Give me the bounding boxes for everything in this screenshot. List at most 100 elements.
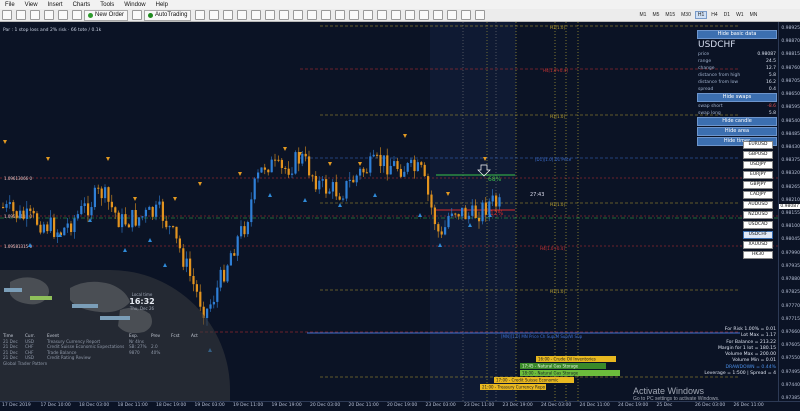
symbol-button-eurjpy[interactable]: EURJPY [743, 171, 773, 179]
autotrading-button[interactable]: AutoTrading [144, 9, 192, 21]
session-bar-2 [30, 296, 52, 300]
candle-body [311, 175, 314, 177]
new-order-icon [88, 12, 93, 18]
tf-m30[interactable]: M30 [679, 12, 693, 18]
event-text-3: 18:00 - Natural Gas Storage [522, 371, 579, 376]
price-tick: 0.97990 [781, 250, 800, 256]
sell-arrow-icon [46, 157, 50, 161]
autoscroll-icon[interactable] [279, 10, 290, 20]
line-chart-icon[interactable] [223, 10, 234, 20]
menu-file[interactable]: File [0, 2, 20, 8]
candle-chart-icon[interactable] [209, 10, 220, 20]
cursor-icon[interactable] [349, 10, 360, 20]
new-order-button[interactable]: New Order [84, 9, 129, 21]
new-chart-icon[interactable] [2, 10, 12, 20]
date-tick: 24 Dec 11:00 [579, 403, 610, 408]
candle-body [97, 187, 100, 189]
candle-body [138, 217, 141, 226]
tf-w1[interactable]: W1 [734, 12, 746, 18]
market-watch-icon[interactable] [30, 10, 40, 20]
symbol-button-audusd[interactable]: AUDUSD [743, 201, 773, 209]
horizontal-line-icon[interactable] [391, 10, 402, 20]
candle-body [457, 214, 460, 217]
hide-candle-button[interactable]: Hide candle [697, 117, 777, 126]
label-icon[interactable] [461, 10, 472, 20]
templates-icon[interactable] [335, 10, 346, 20]
navigator-icon[interactable] [58, 10, 68, 20]
candle-body [25, 208, 28, 219]
tf-mn[interactable]: MN [748, 12, 760, 18]
tile-windows-icon[interactable] [265, 10, 276, 20]
symbol-button-gbpjpy[interactable]: GBPJPY [743, 181, 773, 189]
symbol-button-hk30[interactable]: HK30 [743, 251, 773, 259]
menu-tools[interactable]: Tools [95, 2, 119, 8]
menu-charts[interactable]: Charts [68, 2, 96, 8]
candle-body [134, 209, 137, 226]
symbol-button-xauusd[interactable]: XAUUSD [743, 241, 773, 249]
hide-area-button[interactable]: Hide area [697, 127, 777, 136]
candle-body [386, 155, 389, 175]
vertical-line-icon[interactable] [377, 10, 388, 20]
symbol-button-usdjpy[interactable]: USDJPY [743, 161, 773, 169]
text-icon[interactable] [447, 10, 458, 20]
tf-m1[interactable]: M1 [637, 12, 648, 18]
menu-window[interactable]: Window [119, 2, 150, 8]
candle-body [420, 162, 423, 165]
periods-icon[interactable] [321, 10, 332, 20]
price-tick: 0.98375 [781, 158, 800, 164]
tf-m15[interactable]: M15 [663, 12, 677, 18]
channel-icon[interactable] [419, 10, 430, 20]
tf-h4[interactable]: H4 [709, 12, 719, 18]
menu-help[interactable]: Help [151, 2, 173, 8]
symbol-button-nzdusd[interactable]: NZDUSD [743, 211, 773, 219]
metaeditor-icon[interactable] [132, 10, 143, 20]
candle-body [325, 179, 328, 194]
candle-body [131, 209, 134, 228]
terminal-icon[interactable] [72, 10, 82, 20]
new-order-label: New Order [95, 12, 125, 18]
candle-body [365, 172, 368, 174]
bar-chart-icon[interactable] [195, 10, 206, 20]
arrows-icon[interactable] [475, 10, 486, 20]
candle-body [406, 163, 409, 172]
candle-body [141, 216, 144, 218]
chart-shift-icon[interactable] [293, 10, 304, 20]
fibonacci-icon[interactable] [433, 10, 444, 20]
symbol-button-cadjpy[interactable]: CADJPY [743, 191, 773, 199]
data-window-icon[interactable] [44, 10, 54, 20]
date-tick: 19 Dec 19:00 [271, 403, 302, 408]
candle-body [437, 224, 440, 232]
zoom-in-icon[interactable] [237, 10, 248, 20]
candle-body [342, 198, 345, 200]
candle-body [182, 248, 185, 267]
indicators-icon[interactable] [307, 10, 318, 20]
event-text-2: 17:45 - Natural Gas Storage [522, 364, 579, 369]
profiles-icon[interactable] [16, 10, 26, 20]
symbol-button-gbpusd[interactable]: GBPUSD [743, 151, 773, 159]
crosshair-icon[interactable] [363, 10, 374, 20]
candle-body [39, 224, 42, 233]
menu-insert[interactable]: Insert [43, 2, 68, 8]
symbol-button-usdchf[interactable]: USDCHF [743, 231, 773, 239]
hide-swaps-button[interactable]: Hide swaps [697, 93, 777, 102]
date-tick: 20 Dec 03:00 [310, 403, 341, 408]
stat-leverage: Leverage = 1:500 | Spread = 4 [704, 371, 776, 377]
price-tick: 0.98815 [781, 52, 800, 58]
candle-body [379, 154, 382, 167]
autotrading-label: AutoTrading [155, 12, 188, 18]
candle-body [491, 195, 494, 202]
price-tick: 0.98265 [781, 184, 800, 190]
symbol-button-eurusd[interactable]: EURUSD [743, 141, 773, 149]
candle-body [304, 153, 307, 157]
zoom-out-icon[interactable] [251, 10, 262, 20]
candle-body [263, 167, 266, 170]
trendline-icon[interactable] [405, 10, 416, 20]
data-row: range 24.5 [697, 58, 777, 65]
symbol-button-usdcad[interactable]: USDCAD [743, 221, 773, 229]
menu-view[interactable]: View [20, 2, 43, 8]
tf-m5[interactable]: M5 [650, 12, 661, 18]
tf-d1[interactable]: D1 [722, 12, 732, 18]
hide-basic-data-button[interactable]: Hide basic data [697, 30, 777, 39]
tf-h1[interactable]: H1 [694, 11, 708, 19]
candle-body [15, 211, 18, 219]
